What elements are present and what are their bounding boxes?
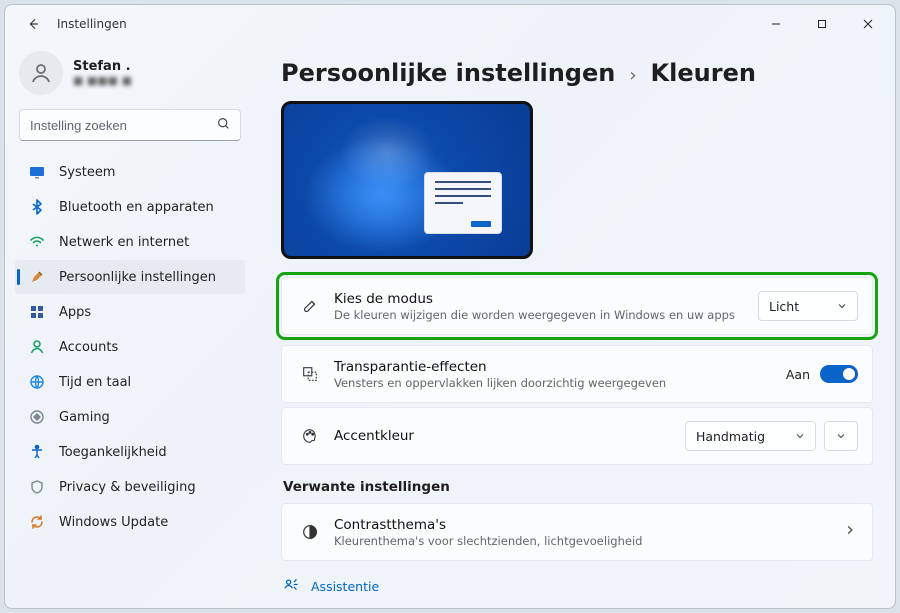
minimize-button[interactable] bbox=[753, 8, 799, 40]
sidebar-item-time-language[interactable]: Tijd en taal bbox=[15, 365, 245, 399]
sidebar-item-label: Toegankelijkheid bbox=[59, 445, 167, 460]
chevron-right-icon: › bbox=[629, 65, 636, 86]
accessibility-icon bbox=[29, 444, 45, 460]
help-link[interactable]: Assistentie bbox=[283, 577, 873, 595]
sidebar-item-label: Privacy & beveiliging bbox=[59, 480, 196, 495]
card-subtitle: Vensters en oppervlakken lijken doorzich… bbox=[334, 376, 786, 390]
sidebar-item-label: Apps bbox=[59, 305, 91, 320]
sidebar-item-label: Bluetooth en apparaten bbox=[59, 200, 214, 215]
brush-icon bbox=[296, 297, 324, 315]
card-subtitle: Kleurenthema's voor slechtzienden, licht… bbox=[334, 534, 844, 548]
apps-icon bbox=[29, 304, 45, 320]
related-settings-heading: Verwante instellingen bbox=[283, 479, 873, 495]
breadcrumb-parent[interactable]: Persoonlijke instellingen bbox=[281, 59, 615, 87]
card-title: Transparantie-effecten bbox=[334, 359, 786, 375]
sidebar-item-label: Accounts bbox=[59, 340, 118, 355]
gaming-icon bbox=[29, 409, 45, 425]
titlebar: Instellingen bbox=[5, 5, 895, 43]
contrast-themes-card[interactable]: Contrastthema's Kleurenthema's voor slec… bbox=[281, 503, 873, 561]
sidebar: Stefan . ■ ■■■ ■ Systeem Bluetooth en ap… bbox=[5, 43, 251, 608]
globe-icon bbox=[29, 374, 45, 390]
nav-list: Systeem Bluetooth en apparaten Netwerk e… bbox=[15, 155, 245, 539]
card-title: Kies de modus bbox=[334, 291, 758, 307]
sidebar-item-label: Systeem bbox=[59, 165, 115, 180]
back-button[interactable] bbox=[15, 6, 51, 42]
card-title: Accentkleur bbox=[334, 428, 685, 444]
sidebar-item-personalization[interactable]: Persoonlijke instellingen bbox=[15, 260, 245, 294]
maximize-button[interactable] bbox=[799, 8, 845, 40]
palette-icon bbox=[296, 427, 324, 445]
feedback-icon bbox=[283, 607, 299, 608]
sidebar-item-label: Netwerk en internet bbox=[59, 235, 189, 250]
transparency-card[interactable]: Transparantie-effecten Vensters en opper… bbox=[281, 345, 873, 403]
card-title: Contrastthema's bbox=[334, 517, 844, 533]
page-title: Kleuren bbox=[651, 59, 756, 87]
chevron-down-icon bbox=[837, 299, 847, 314]
sidebar-item-bluetooth[interactable]: Bluetooth en apparaten bbox=[15, 190, 245, 224]
transparency-toggle[interactable] bbox=[820, 365, 858, 383]
sidebar-item-label: Tijd en taal bbox=[59, 375, 131, 390]
choose-mode-card[interactable]: Kies de modus De kleuren wijzigen die wo… bbox=[281, 277, 873, 335]
profile-block[interactable]: Stefan . ■ ■■■ ■ bbox=[15, 49, 245, 109]
dropdown-value: Licht bbox=[769, 299, 799, 314]
toggle-state-label: Aan bbox=[786, 367, 810, 382]
paintbrush-icon bbox=[29, 269, 45, 285]
sidebar-item-windows-update[interactable]: Windows Update bbox=[15, 505, 245, 539]
search-input-wrapper[interactable] bbox=[19, 109, 241, 141]
chevron-right-icon bbox=[844, 524, 858, 540]
search-input[interactable] bbox=[30, 118, 217, 133]
avatar bbox=[19, 51, 63, 95]
sidebar-item-apps[interactable]: Apps bbox=[15, 295, 245, 329]
search-icon bbox=[217, 117, 230, 134]
window-preview bbox=[424, 172, 502, 234]
dropdown-value: Handmatig bbox=[696, 429, 765, 444]
sidebar-item-accessibility[interactable]: Toegankelijkheid bbox=[15, 435, 245, 469]
window-controls bbox=[753, 8, 891, 40]
settings-window: Instellingen Stefan . ■ ■■■ ■ bbox=[4, 4, 896, 609]
accent-dropdown[interactable]: Handmatig bbox=[685, 421, 816, 451]
content-area: Persoonlijke instellingen › Kleuren Kies… bbox=[251, 43, 895, 608]
sidebar-item-label: Persoonlijke instellingen bbox=[59, 270, 216, 285]
sidebar-item-label: Gaming bbox=[59, 410, 110, 425]
sidebar-item-system[interactable]: Systeem bbox=[15, 155, 245, 189]
expand-accent-button[interactable] bbox=[824, 421, 858, 451]
desktop-preview bbox=[281, 101, 533, 259]
profile-email: ■ ■■■ ■ bbox=[73, 74, 132, 87]
sidebar-item-privacy[interactable]: Privacy & beveiliging bbox=[15, 470, 245, 504]
sidebar-item-gaming[interactable]: Gaming bbox=[15, 400, 245, 434]
update-icon bbox=[29, 514, 45, 530]
sidebar-item-accounts[interactable]: Accounts bbox=[15, 330, 245, 364]
contrast-icon bbox=[296, 523, 324, 541]
mode-dropdown[interactable]: Licht bbox=[758, 291, 858, 321]
accent-color-card[interactable]: Accentkleur Handmatig bbox=[281, 407, 873, 465]
card-subtitle: De kleuren wijzigen die worden weergegev… bbox=[334, 308, 758, 322]
close-button[interactable] bbox=[845, 8, 891, 40]
footer-links: Assistentie Feedback geven bbox=[281, 577, 873, 608]
account-icon bbox=[29, 339, 45, 355]
shield-icon bbox=[29, 479, 45, 495]
window-title: Instellingen bbox=[57, 17, 127, 31]
chevron-down-icon bbox=[795, 429, 805, 444]
profile-name: Stefan . bbox=[73, 59, 132, 74]
link-label: Assistentie bbox=[311, 579, 379, 594]
bluetooth-icon bbox=[29, 199, 45, 215]
help-icon bbox=[283, 577, 299, 595]
wifi-icon bbox=[29, 234, 45, 250]
breadcrumb: Persoonlijke instellingen › Kleuren bbox=[281, 59, 873, 87]
feedback-link[interactable]: Feedback geven bbox=[283, 607, 873, 608]
transparency-icon bbox=[296, 365, 324, 383]
sidebar-item-label: Windows Update bbox=[59, 515, 168, 530]
sidebar-item-network[interactable]: Netwerk en internet bbox=[15, 225, 245, 259]
system-icon bbox=[29, 164, 45, 180]
